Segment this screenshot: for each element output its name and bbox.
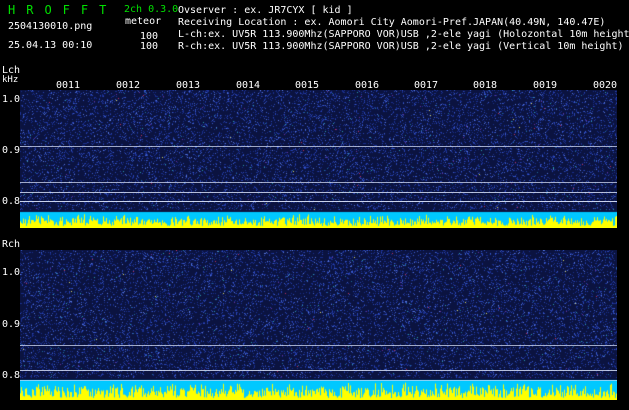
- rch-signal-line-0-86: [20, 345, 617, 346]
- rch-count: 100: [140, 41, 159, 52]
- lch-freq-tick: 0.8: [2, 196, 21, 207]
- lch-signal-line-0-82: [20, 192, 617, 193]
- rch-signal-line-0-79: [20, 380, 617, 381]
- rch-label: Rch: [2, 239, 21, 250]
- lch-signal-line-0-91: [20, 146, 617, 147]
- rch-freq-tick: 0.8: [2, 370, 21, 381]
- lch-info-line: L-ch:ex. UV5R 113.900Mhz(SAPPORO VOR)USB…: [178, 29, 629, 40]
- brand-title: HROFFT: [8, 3, 118, 17]
- rch-spectrogram: [20, 250, 617, 400]
- file-name: 2504130010.png: [8, 21, 93, 32]
- lch-signal-line-0-80: [20, 201, 617, 202]
- location-line: Receiving Location : ex. Aomori City Aom…: [178, 17, 606, 28]
- rch-freq-tick: 1.0: [2, 267, 21, 278]
- meteor-label: meteor: [125, 16, 162, 27]
- lch-freq-tick: 0.9: [2, 145, 21, 156]
- observer-line: Ovserver : ex. JR7CYX [ kid ]: [178, 5, 353, 16]
- rch-info-line: R-ch:ex. UV5R 113.900Mhz(SAPPORO VOR)USB…: [178, 41, 624, 52]
- lch-spectrogram: [20, 90, 617, 228]
- lch-signal-line-0-84: [20, 182, 617, 183]
- date-time: 25.04.13 00:10: [8, 40, 93, 51]
- mode-label: 2ch 0.3.0: [124, 4, 179, 15]
- khz-unit-label: kHz: [2, 75, 19, 85]
- rch-freq-tick: 0.9: [2, 319, 21, 330]
- lch-freq-tick: 1.0: [2, 94, 21, 105]
- rch-signal-line-0-81: [20, 370, 617, 371]
